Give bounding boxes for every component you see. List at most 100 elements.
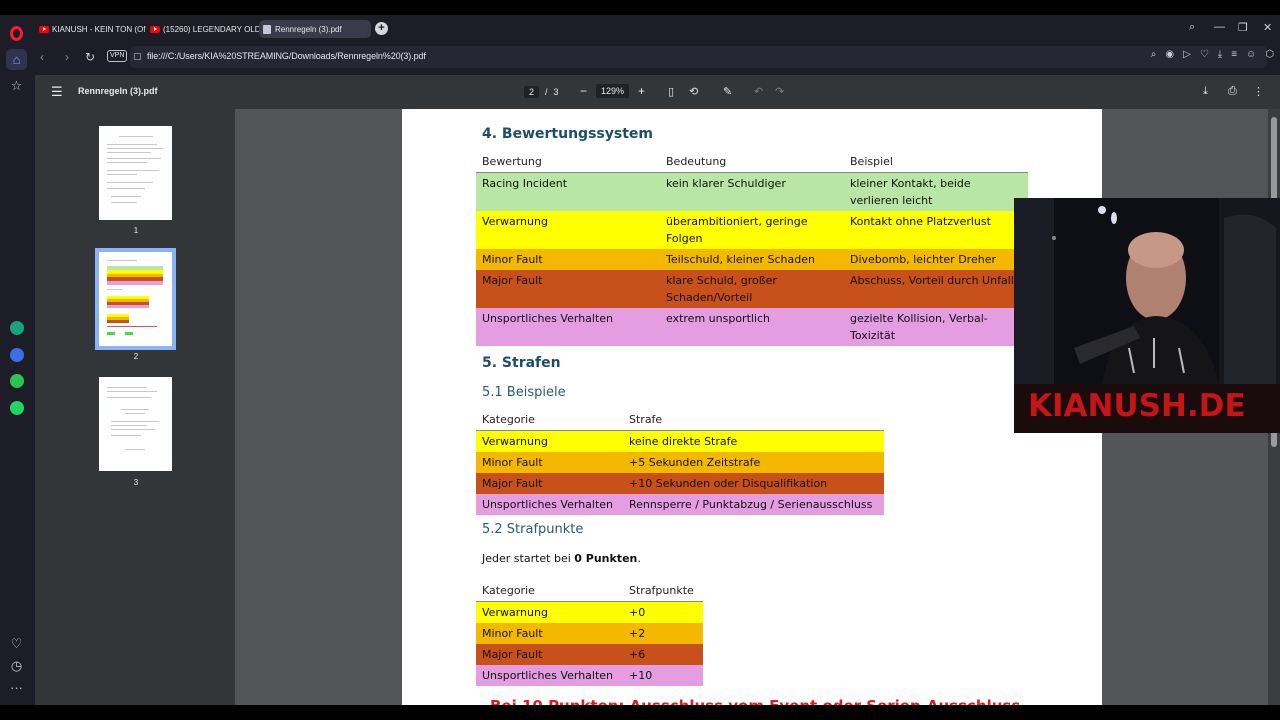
table-row: Verwarnung überambitioniert, geringe Folg… <box>476 211 1028 249</box>
camera-icon[interactable]: ◉ <box>1165 49 1174 60</box>
table-cell: Minor Fault <box>482 456 543 469</box>
table-cell: überambitioniert, geringe Folgen <box>666 215 808 245</box>
thumbnail-number: 3 <box>133 478 139 487</box>
page-indicator: 2 / 3 <box>524 86 559 98</box>
zoom-level-input[interactable]: 129% <box>596 84 630 98</box>
spotify-icon[interactable] <box>6 397 27 418</box>
tab-youtube-legendary[interactable]: (15260) LEGENDARY OLD <box>146 20 260 38</box>
table-header-row: Kategorie Strafpunkte <box>476 580 703 602</box>
table-row: Minor Fault Teilschuld, kleiner Schaden Di… <box>476 249 1028 270</box>
thumbnail-page-3[interactable] <box>99 377 172 471</box>
url-text[interactable]: file:///C:/Users/KIA%20STREAMING/Downloa… <box>147 51 426 61</box>
table-header: Kategorie <box>476 409 623 431</box>
table-cell: +10 Sekunden oder Disqualifikation <box>629 477 828 490</box>
rotate-icon[interactable]: ⟲ <box>689 85 698 98</box>
thumbnail-number: 1 <box>133 226 139 235</box>
intro-suffix: . <box>637 552 641 565</box>
minimize-button[interactable]: — <box>1214 21 1225 33</box>
home-icon[interactable]: ⌂ <box>6 49 27 70</box>
table-row: Racing Incident kein klarer Schuldiger kle… <box>476 172 1028 211</box>
page-input[interactable]: 2 <box>524 86 540 98</box>
heart-icon[interactable]: ♡ <box>6 633 27 654</box>
hamburger-menu-icon[interactable]: ☰ <box>51 84 63 100</box>
pdf-toolbar: ☰ Rennregeln (3).pdf 2 / 3 − 129% + ▯ ⟲ … <box>35 75 1280 109</box>
file-icon: ▢ <box>133 51 142 61</box>
messenger-icon[interactable] <box>6 344 27 365</box>
penalty-table: Kategorie Strafe Verwarnung keine direkte… <box>476 409 884 515</box>
document-title: Rennregeln (3).pdf <box>78 86 158 96</box>
table-row: Major Fault +6 <box>476 644 703 665</box>
browser-sidebar: ⌂ ☆ ♡ ◷ ··· <box>0 15 33 705</box>
new-tab-button[interactable]: + <box>375 22 388 35</box>
profile-icon[interactable]: ☺ <box>1246 49 1256 60</box>
table-cell: Unsportliches Verhalten <box>482 669 614 682</box>
table-row: Unsportliches Verhalten Rennsperre / Punk… <box>476 494 884 515</box>
more-icon[interactable]: ··· <box>6 677 27 698</box>
cut-off-warning-text: Bei 10 Punkten: Ausschluss vom Event ode… <box>490 697 1020 705</box>
table-cell: Rennsperre / Punktabzug / Serienausschlu… <box>629 498 873 511</box>
table-header-row: Bewertung Bedeutung Beispiel <box>476 151 1028 173</box>
print-icon[interactable]: ⎙ <box>1228 85 1237 98</box>
table-header: Kategorie <box>476 580 623 602</box>
table-cell: Verwarnung <box>482 606 548 619</box>
undo-icon[interactable]: ↶ <box>754 85 763 98</box>
redo-icon[interactable]: ↷ <box>775 85 784 98</box>
menu-icon[interactable]: ≡ <box>1231 49 1237 60</box>
table-cell: keine direkte Strafe <box>629 435 738 448</box>
table-header-row: Kategorie Strafe <box>476 409 884 431</box>
reload-icon[interactable]: ↻ <box>85 50 95 64</box>
table-cell: Divebomb, leichter Dreher <box>850 253 996 266</box>
table-cell: Minor Fault <box>482 253 543 266</box>
zoom-out-button[interactable]: − <box>580 84 587 98</box>
total-pages: 3 <box>553 87 559 97</box>
pdf-page: 4. Bewertungssystem Bewertung Bedeutung … <box>402 109 1102 705</box>
fit-page-icon[interactable]: ▯ <box>668 85 674 98</box>
table-cell: Major Fault <box>482 648 543 661</box>
search-tabs-icon[interactable]: ⌕ <box>1189 21 1195 34</box>
close-window-button[interactable]: ✕ <box>1263 21 1272 34</box>
thumbnail-page-1[interactable] <box>99 126 172 220</box>
more-actions-icon[interactable]: ⋮ <box>1253 85 1264 98</box>
maximize-button[interactable]: ❐ <box>1238 21 1248 34</box>
thumbnail-number: 2 <box>133 352 139 361</box>
whatsapp-icon[interactable] <box>6 370 27 391</box>
table-cell: Unsportliches Verhalten <box>482 498 614 511</box>
heart-icon[interactable]: ♡ <box>1200 49 1209 60</box>
evaluation-table: Bewertung Bedeutung Beispiel Racing Inci… <box>476 151 1028 346</box>
table-header: Strafe <box>623 409 884 431</box>
back-icon[interactable]: ‹ <box>40 50 44 64</box>
table-cell: Verwarnung <box>482 215 548 228</box>
vpn-badge[interactable]: VPN <box>107 50 128 62</box>
tab-bar: KIANUSH - KEIN TON (Of (15260) LEGENDARY… <box>33 15 1280 42</box>
youtube-icon <box>39 25 49 33</box>
play-icon[interactable]: ▷ <box>1183 49 1191 60</box>
section-heading: 5. Strafen <box>482 355 561 371</box>
tab-label: (15260) LEGENDARY OLD <box>163 24 260 34</box>
table-cell: +6 <box>629 648 646 661</box>
tab-youtube-kianush[interactable]: KIANUSH - KEIN TON (Of <box>35 20 147 38</box>
table-cell: gezielte Kollision, Verbal-Toxizität <box>850 312 988 342</box>
zoom-in-button[interactable]: + <box>638 84 645 98</box>
opera-logo-icon[interactable] <box>6 23 27 44</box>
forward-icon[interactable]: › <box>65 50 69 64</box>
tab-label: Rennregeln (3).pdf <box>275 24 342 34</box>
thumbnail-page-2[interactable] <box>95 248 176 350</box>
table-cell: +2 <box>629 627 646 640</box>
section-heading: 4. Bewertungssystem <box>482 126 653 142</box>
table-cell: Major Fault <box>482 274 543 287</box>
pinboard-icon[interactable]: ☆ <box>6 75 27 96</box>
download-icon[interactable]: ⤓ <box>1203 85 1208 98</box>
download-icon[interactable]: ⤓ <box>1218 49 1222 60</box>
history-icon[interactable]: ◷ <box>6 655 27 676</box>
table-cell: Abschuss, Vorteil durch Unfall <box>850 274 1014 287</box>
bottom-letterbox <box>0 705 1280 720</box>
lens-icon[interactable]: ⌕ <box>1151 49 1157 60</box>
tab-label: KIANUSH - KEIN TON (Of <box>52 24 146 34</box>
draw-icon[interactable]: ✎ <box>723 85 732 98</box>
table-header: Bedeutung <box>660 151 844 173</box>
chatgpt-icon[interactable] <box>6 317 27 338</box>
table-row: Major Fault klare Schuld, großer Schaden/… <box>476 270 1028 308</box>
extension-icon[interactable]: ⬡ <box>1265 49 1274 60</box>
table-cell: Minor Fault <box>482 627 543 640</box>
tab-pdf-active[interactable]: Rennregeln (3).pdf <box>259 20 371 38</box>
